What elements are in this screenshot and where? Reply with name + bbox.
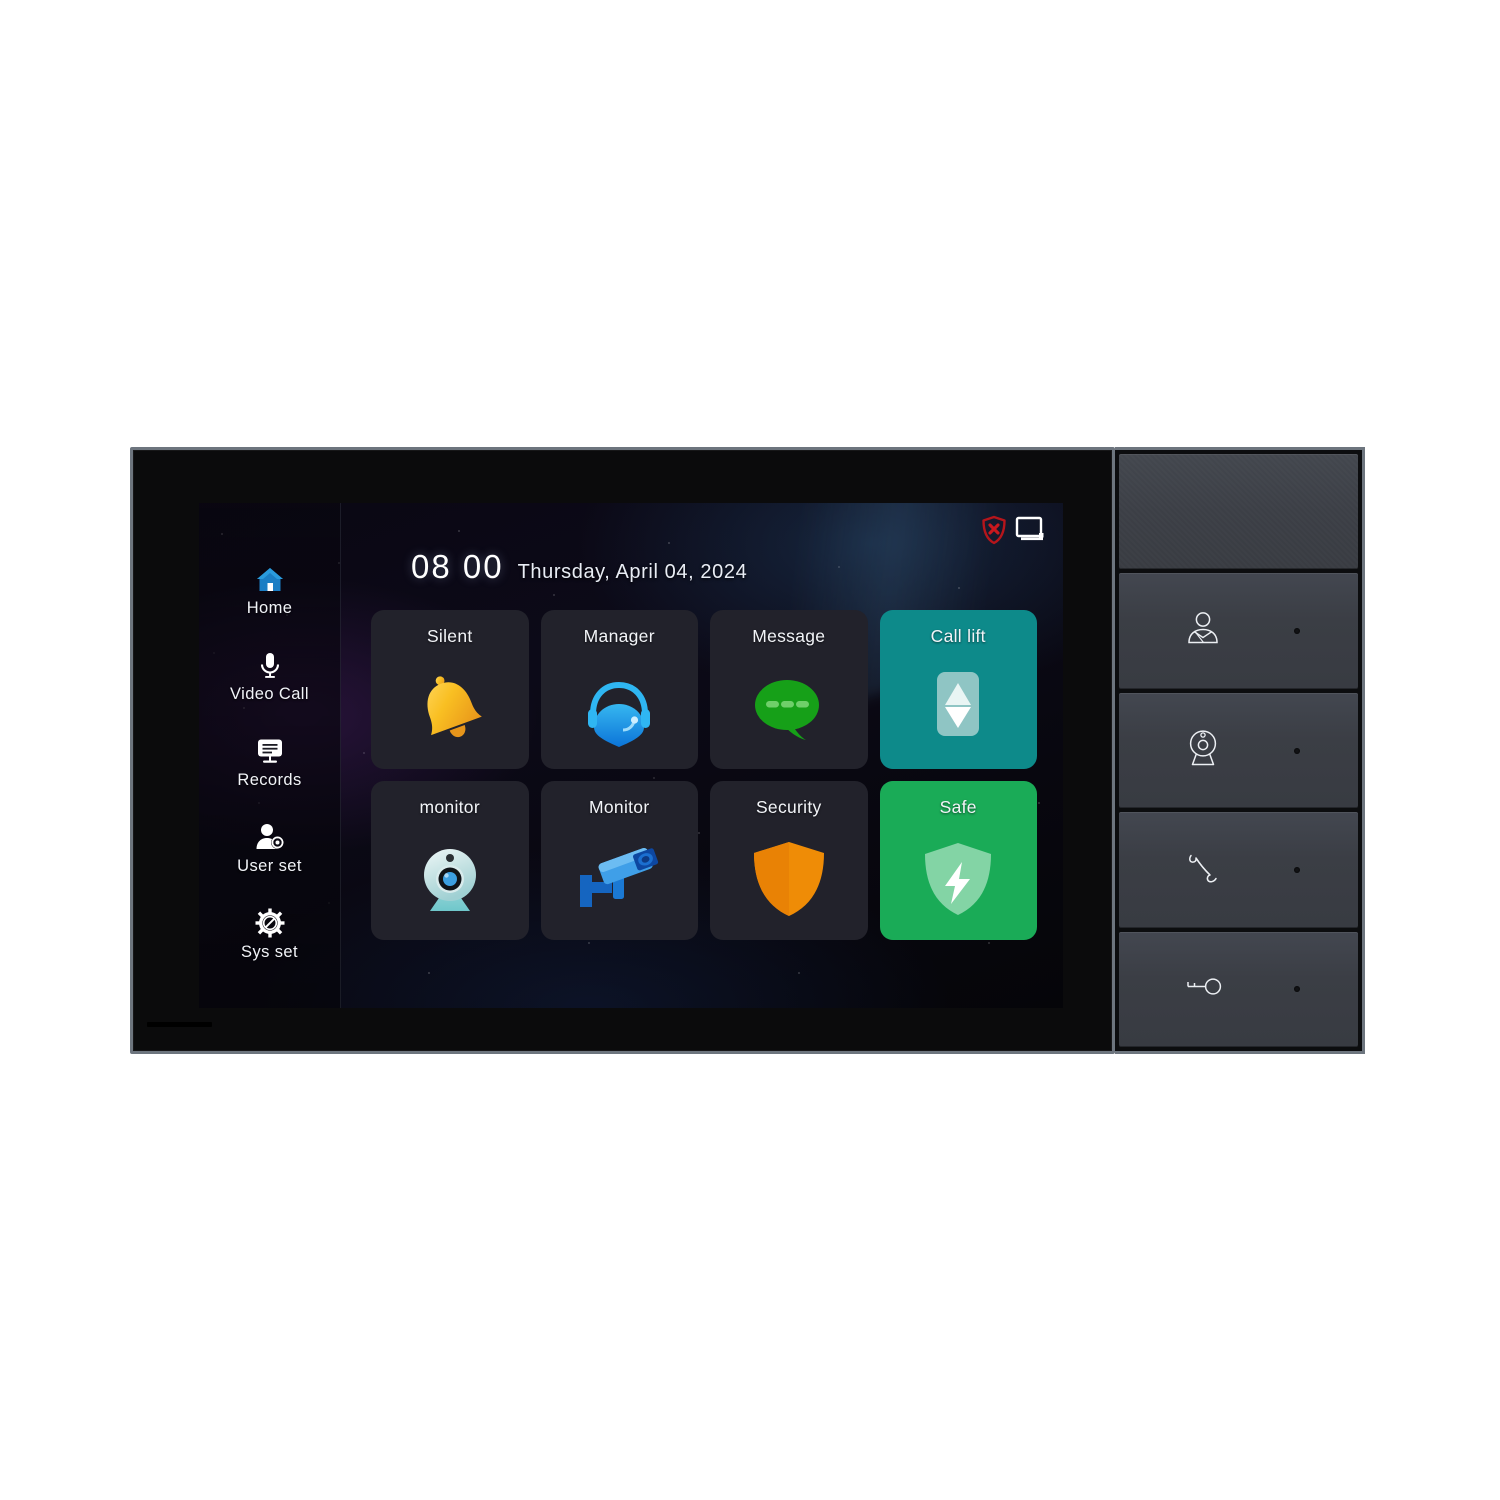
hardware-button-column: [1115, 447, 1365, 1054]
sidebar-nav: Home Video Call Records User set Sys set: [199, 503, 341, 1008]
home-icon: [253, 562, 287, 596]
sidebar-item-label: Home: [246, 598, 293, 617]
tile-monitor-cctv[interactable]: Monitor: [540, 781, 699, 940]
device-front-panel: Home Video Call Records User set Sys set…: [130, 447, 1115, 1054]
user-settings-icon: [253, 820, 287, 854]
sidebar-item-label: Records: [237, 770, 302, 789]
sidebar-item-user-set[interactable]: User set: [199, 805, 340, 891]
microphone-slot: [147, 1022, 212, 1027]
elevator-icon: [880, 647, 1038, 769]
sidebar-item-label: User set: [237, 856, 302, 875]
camera-icon: [1186, 729, 1220, 772]
handset-icon: [1185, 849, 1221, 890]
sidebar-item-video-call[interactable]: Video Call: [199, 633, 340, 719]
speaker-grille: [1119, 454, 1358, 570]
monitor-button[interactable]: [1119, 692, 1358, 809]
person-icon: [1186, 611, 1220, 652]
cctv-camera-icon: [541, 818, 699, 940]
sidebar-item-home[interactable]: Home: [199, 547, 340, 633]
intercom-device: Home Video Call Records User set Sys set…: [130, 447, 1365, 1054]
tile-label: Call lift: [930, 626, 986, 646]
clock-row: 08 00 Thursday, April 04, 2024: [363, 503, 1045, 586]
status-led: [1294, 986, 1300, 993]
status-led: [1294, 747, 1300, 754]
sidebar-item-label: Sys set: [241, 942, 298, 961]
microphone-icon: [253, 648, 287, 682]
status-led: [1294, 866, 1300, 873]
tile-message[interactable]: Message: [710, 610, 868, 769]
tile-label: Security: [755, 797, 822, 817]
clock-date: Thursday, April 04, 2024: [517, 561, 748, 583]
tile-label: monitor: [419, 797, 480, 817]
key-icon: [1183, 974, 1223, 1005]
concierge-button[interactable]: [1119, 573, 1358, 689]
main-content: 08 00 Thursday, April 04, 2024 Silent Ma…: [341, 503, 1063, 1008]
lcd-screen: Home Video Call Records User set Sys set…: [199, 503, 1063, 1008]
shield-orange-icon: [710, 818, 868, 940]
shield-bolt-icon: [880, 818, 1038, 940]
tile-label: Silent: [426, 626, 473, 646]
shield-x-icon[interactable]: [981, 515, 1007, 550]
sidebar-item-sys-set[interactable]: Sys set: [199, 891, 340, 977]
tile-monitor-webcam[interactable]: monitor: [371, 781, 529, 940]
tile-silent[interactable]: Silent: [371, 610, 529, 769]
chat-bubble-icon: [710, 647, 868, 769]
tile-call-lift[interactable]: Call lift: [879, 610, 1038, 769]
clock-time: 08 00: [411, 548, 504, 585]
tile-manager[interactable]: Manager: [540, 610, 699, 769]
tile-label: Message: [752, 626, 826, 646]
unlock-button[interactable]: [1119, 931, 1358, 1048]
tile-safe[interactable]: Safe: [879, 781, 1038, 940]
tile-label: Safe: [939, 797, 977, 817]
app-tile-grid: Silent Manager Message Call lift monitor…: [371, 610, 1037, 940]
status-bar: [981, 515, 1045, 550]
records-screen-icon: [253, 734, 287, 768]
talk-button[interactable]: [1119, 812, 1358, 928]
sidebar-item-label: Video Call: [230, 684, 309, 703]
tile-label: Manager: [583, 626, 655, 646]
gear-slash-icon: [253, 906, 287, 940]
webcam-icon: [371, 818, 529, 940]
headset-icon: [541, 647, 699, 769]
bell-icon: [371, 647, 529, 769]
sidebar-item-records[interactable]: Records: [199, 719, 340, 805]
tile-label: Monitor: [589, 797, 650, 817]
monitor-icon[interactable]: [1015, 516, 1045, 549]
status-led: [1294, 628, 1300, 635]
tile-security[interactable]: Security: [710, 781, 868, 940]
